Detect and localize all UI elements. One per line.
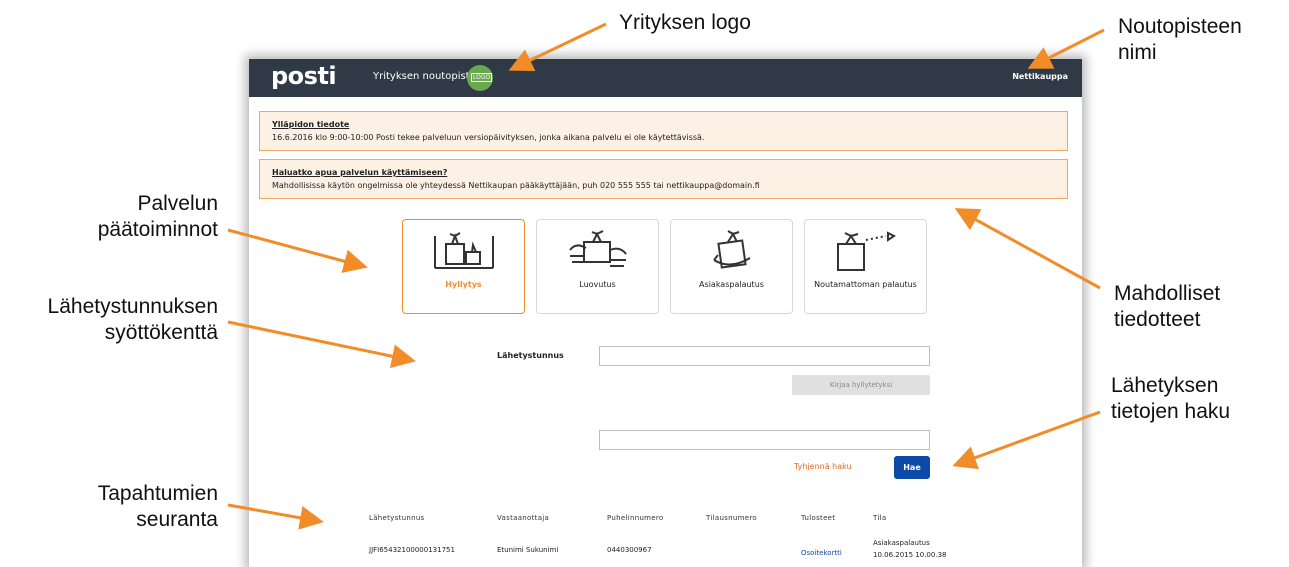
search-input[interactable] — [599, 430, 930, 450]
cell-phone: 0440300967 — [607, 546, 652, 554]
return-icon — [713, 230, 751, 269]
shelve-button[interactable]: Kirjaa hyllytetyksi — [792, 375, 930, 395]
annotation-line: seuranta — [136, 508, 218, 531]
tile-label: Luovutus — [579, 280, 616, 289]
search-button[interactable]: Hae — [894, 456, 930, 479]
help-notice: Haluatko apua palvelun käyttämiseen? Mah… — [259, 159, 1068, 199]
action-tile-customer-return[interactable]: Asiakaspalautus — [670, 219, 793, 314]
notice-text: 16.6.2016 klo 9:00-10:00 Posti tekee pal… — [272, 133, 705, 142]
annotation-notices: Mahdolliset tiedotteet — [1114, 281, 1220, 333]
notice-title[interactable]: Ylläpidon tiedote — [272, 118, 1055, 131]
cell-status-time: 10.06.2015 10.00.38 — [873, 551, 947, 559]
column-header[interactable]: Puhelinnumero — [607, 514, 664, 522]
annotation-shipment-search: Lähetyksen tietojen haku — [1111, 373, 1230, 425]
annotation-line: nimi — [1118, 41, 1157, 64]
annotation-line: Mahdolliset — [1114, 282, 1221, 305]
annotation-line: Palvelun — [137, 192, 218, 215]
annotation-event-tracking: Tapahtumien seuranta — [98, 481, 218, 533]
annotation-main-functions: Palvelun päätoiminnot — [98, 191, 218, 243]
annotation-line: syöttökenttä — [104, 321, 218, 344]
cell-recipient: Etunimi Sukunimi — [497, 546, 559, 554]
tile-label: Noutamattoman palautus — [814, 280, 917, 289]
annotation-company-logo: Yrityksen logo — [619, 11, 751, 34]
handover-icon — [569, 230, 627, 267]
cell-tracking: JJFI65432100000131751 — [369, 546, 455, 554]
tracking-label: Lähetystunnus — [497, 351, 564, 360]
print-address-card-link[interactable]: Osoitekortti — [801, 548, 842, 558]
column-header[interactable]: Vastaanottaja — [497, 514, 549, 522]
clear-search-link[interactable]: Tyhjennä haku — [794, 462, 852, 471]
annotation-tracking-input: Lähetystunnuksen syöttökenttä — [48, 294, 218, 346]
annotation-line: tietojen haku — [1111, 400, 1231, 423]
action-tile-shelving[interactable]: Hyllytys — [402, 219, 525, 314]
tile-label: Hyllytys — [445, 280, 482, 289]
notice-title[interactable]: Haluatko apua palvelun käyttämiseen? — [272, 166, 1055, 179]
annotation-line: Tapahtumien — [97, 482, 218, 505]
column-header[interactable]: Tulosteet — [801, 514, 835, 522]
pickup-point-name[interactable]: Nettikauppa — [1012, 72, 1068, 81]
annotation-line: Noutopisteen — [1118, 15, 1242, 38]
annotation-pickup-name: Noutopisteen nimi — [1118, 14, 1242, 66]
app-window: posti Yrityksen noutopiste LOGO Nettikau… — [249, 59, 1082, 567]
unclaimed-return-icon — [837, 231, 896, 271]
tile-label: Asiakaspalautus — [699, 280, 764, 289]
site-name: Yrityksen noutopiste — [373, 71, 476, 82]
annotation-line: Lähetyksen — [1111, 374, 1219, 397]
shelf-icon — [434, 232, 494, 269]
cell-status: Asiakaspalautus — [873, 539, 930, 547]
action-tile-unclaimed-return[interactable]: Noutamattoman palautus — [804, 219, 927, 314]
top-bar: posti Yrityksen noutopiste LOGO Nettikau… — [249, 59, 1082, 97]
company-logo-text: LOGO — [471, 73, 493, 82]
company-logo: LOGO — [467, 65, 493, 91]
column-header[interactable]: Lähetystunnus — [369, 514, 425, 522]
column-header[interactable]: Tila — [873, 514, 886, 522]
posti-logo[interactable]: posti — [271, 62, 337, 90]
column-header[interactable]: Tilausnumero — [706, 514, 757, 522]
tracking-input[interactable] — [599, 346, 930, 366]
annotation-line: päätoiminnot — [97, 218, 218, 241]
notice-text: Mahdollisissa käytön ongelmissa ole yhte… — [272, 181, 760, 190]
annotation-line: Lähetystunnuksen — [47, 295, 218, 318]
annotation-line: tiedotteet — [1114, 308, 1201, 331]
action-tile-handover[interactable]: Luovutus — [536, 219, 659, 314]
maintenance-notice: Ylläpidon tiedote 16.6.2016 klo 9:00-10:… — [259, 111, 1068, 151]
